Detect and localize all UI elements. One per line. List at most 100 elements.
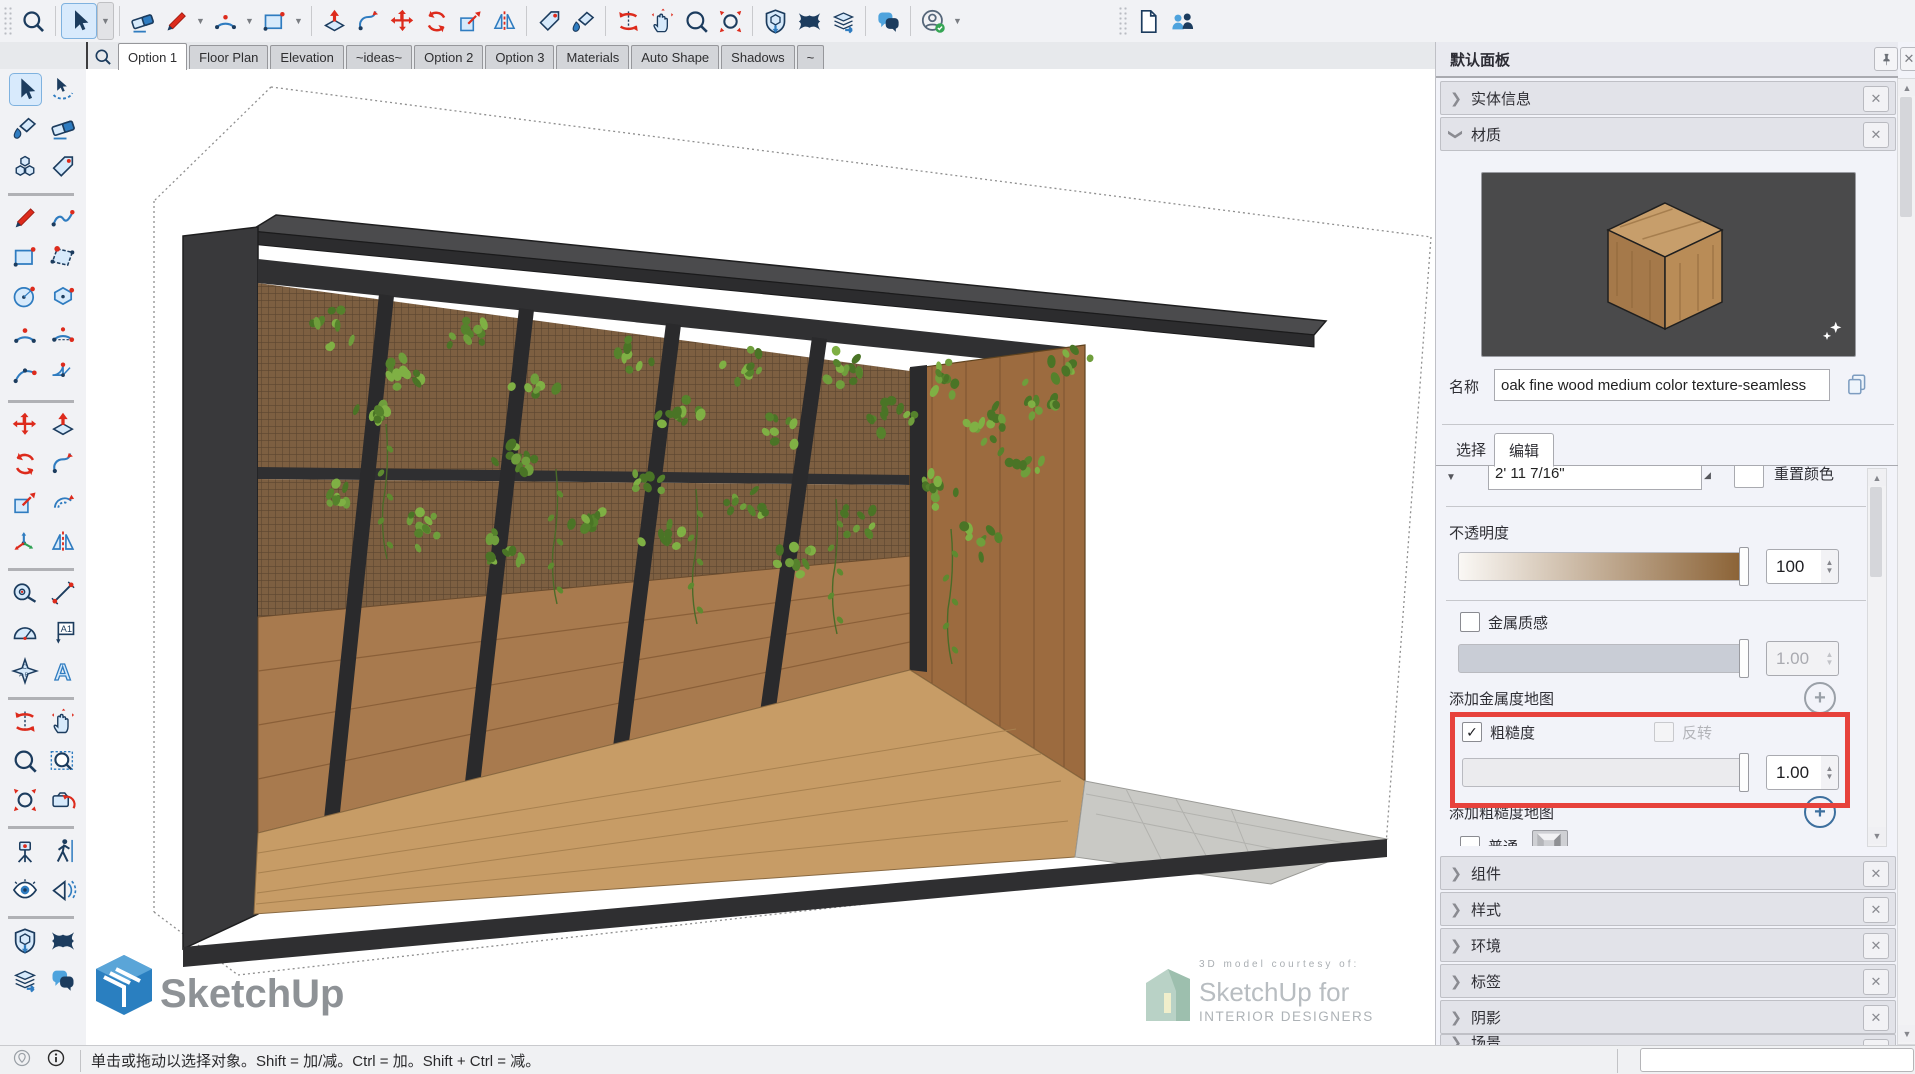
tool-rectangle[interactable] [9, 241, 40, 272]
tool-offset[interactable] [47, 487, 78, 518]
section-styles[interactable]: ❯样式✕ [1440, 892, 1896, 926]
opacity-slider-handle[interactable] [1739, 547, 1749, 586]
tool-position-camera[interactable] [9, 835, 40, 866]
scene-tab-shadows[interactable]: Shadows [721, 45, 794, 69]
tool-protractor[interactable] [9, 616, 40, 647]
scroll-up-icon[interactable]: ▲ [1868, 469, 1886, 486]
opacity-stepper[interactable]: ▲▼ [1821, 549, 1839, 584]
link-arrow-icon[interactable]: ◢ [1704, 470, 1711, 481]
tool-share-people[interactable] [1165, 4, 1199, 38]
metallic-slider[interactable] [1458, 644, 1745, 673]
tool-scale[interactable] [453, 4, 487, 38]
tool-select[interactable] [9, 73, 42, 106]
rectangle-dropdown-arrow-icon[interactable]: ▼ [291, 4, 306, 38]
close-icon[interactable]: ✕ [1863, 1005, 1889, 1031]
scene-tab-floor-plan[interactable]: Floor Plan [189, 45, 268, 69]
tool-line[interactable] [9, 202, 40, 233]
tool-move[interactable] [9, 409, 40, 440]
section-tags[interactable]: ❯标签✕ [1440, 964, 1896, 998]
tool-pie[interactable] [47, 358, 78, 389]
tool-flip[interactable] [487, 4, 521, 38]
tool-push-pull[interactable] [317, 4, 351, 38]
opacity-slider[interactable] [1458, 552, 1745, 581]
scroll-up-icon[interactable]: ▲ [1898, 79, 1915, 96]
tool-zoom-extents[interactable] [9, 784, 40, 815]
arc-dropdown-arrow-icon[interactable]: ▼ [242, 4, 257, 38]
tool-rectangle[interactable] [257, 4, 291, 38]
panel-close-icon[interactable]: ✕ [1900, 47, 1915, 71]
tool-text[interactable]: A1 [47, 616, 78, 647]
tool-zoom[interactable] [679, 4, 713, 38]
tool-push-pull[interactable] [47, 409, 78, 440]
scene-tab-auto-shape[interactable]: Auto Shape [631, 45, 719, 69]
color-swatch[interactable] [1734, 466, 1764, 488]
tool-eraser[interactable] [47, 112, 78, 143]
tool-new-document[interactable] [1131, 4, 1165, 38]
panel-scrollbar[interactable]: ▲ ▼ [1897, 78, 1915, 1045]
metallic-checkbox[interactable] [1460, 612, 1480, 632]
edit-area-scrollbar[interactable]: ▲ ▼ [1867, 468, 1887, 847]
tool-extension-warehouse[interactable] [47, 925, 78, 956]
copy-icon[interactable] [1844, 372, 1870, 398]
tool-rotated-rectangle[interactable] [47, 241, 78, 272]
tool-axes-arrows[interactable] [9, 526, 40, 557]
tool-look-around[interactable] [9, 874, 40, 905]
tool-move[interactable] [385, 4, 419, 38]
account-dropdown-arrow-icon[interactable]: ▼ [950, 4, 965, 38]
add-metal-map-icon[interactable]: + [1804, 682, 1836, 714]
pin-icon[interactable] [1874, 47, 1898, 71]
tool-arc[interactable] [9, 319, 40, 350]
tool-lasso-select[interactable] [47, 73, 78, 104]
tool-axes[interactable]: CA·B [9, 655, 40, 686]
geolocation-icon[interactable] [12, 1048, 32, 1073]
scene-tab--[interactable]: ~ [797, 45, 825, 69]
tool-tape-measure[interactable] [9, 577, 40, 608]
tool-two-point-arc[interactable] [47, 319, 78, 350]
tool-3d-text[interactable]: A [47, 655, 78, 686]
tool-3d-warehouse[interactable] [9, 925, 40, 956]
tool-paint-bucket[interactable] [9, 112, 40, 143]
tool-pan[interactable] [47, 706, 78, 737]
tool-orbit[interactable] [611, 4, 645, 38]
section-material[interactable]: ❯ 材质 ✕ [1440, 117, 1896, 151]
tab-select[interactable]: 选择 [1442, 435, 1500, 463]
tool-send-to-layout[interactable] [9, 964, 40, 995]
section-shadows[interactable]: ❯阴影✕ [1440, 1000, 1896, 1034]
scroll-down-icon[interactable]: ▼ [1898, 1025, 1915, 1042]
tool-section-eye[interactable] [47, 874, 78, 905]
close-icon[interactable]: ✕ [1863, 933, 1889, 959]
select-dropdown-arrow-icon[interactable]: ▼ [97, 2, 114, 40]
tool-rotate[interactable] [419, 4, 453, 38]
material-name-input[interactable] [1494, 369, 1830, 401]
line-dropdown-arrow-icon[interactable]: ▼ [193, 4, 208, 38]
reset-color-label[interactable]: 重置颜色 [1774, 466, 1834, 484]
toolbar-drag-handle[interactable] [1118, 6, 1128, 36]
section-environment[interactable]: ❯环境✕ [1440, 928, 1896, 962]
tool-chat[interactable] [871, 4, 905, 38]
tool-walk[interactable] [47, 835, 78, 866]
tool-paint-bucket[interactable] [566, 4, 600, 38]
scene-tab-materials[interactable]: Materials [556, 45, 629, 69]
tool-extension-warehouse[interactable] [792, 4, 826, 38]
tool-select[interactable] [61, 3, 97, 39]
tab-edit[interactable]: 编辑 [1494, 433, 1554, 467]
tool-polygon[interactable] [47, 280, 78, 311]
tool-follow-me[interactable] [47, 448, 78, 479]
tool-zoom[interactable] [9, 745, 40, 776]
close-icon[interactable]: ✕ [1863, 861, 1889, 887]
texture-size-input[interactable] [1488, 466, 1702, 490]
ai-sparkle-icon[interactable] [1817, 318, 1847, 348]
material-preview[interactable] [1481, 172, 1856, 357]
tool-eraser[interactable] [125, 4, 159, 38]
tool-account[interactable] [916, 4, 950, 38]
tool-line[interactable] [159, 4, 193, 38]
tool-circle[interactable] [9, 280, 40, 311]
tool-chat[interactable] [47, 964, 78, 995]
normal-checkbox[interactable] [1460, 836, 1480, 846]
tool-dimension[interactable] [47, 577, 78, 608]
tool-follow-me[interactable] [351, 4, 385, 38]
tool-3d-warehouse[interactable] [758, 4, 792, 38]
tool-zoom-extents[interactable] [713, 4, 747, 38]
tool-tag[interactable] [532, 4, 566, 38]
tool-previous-view[interactable] [47, 784, 78, 815]
